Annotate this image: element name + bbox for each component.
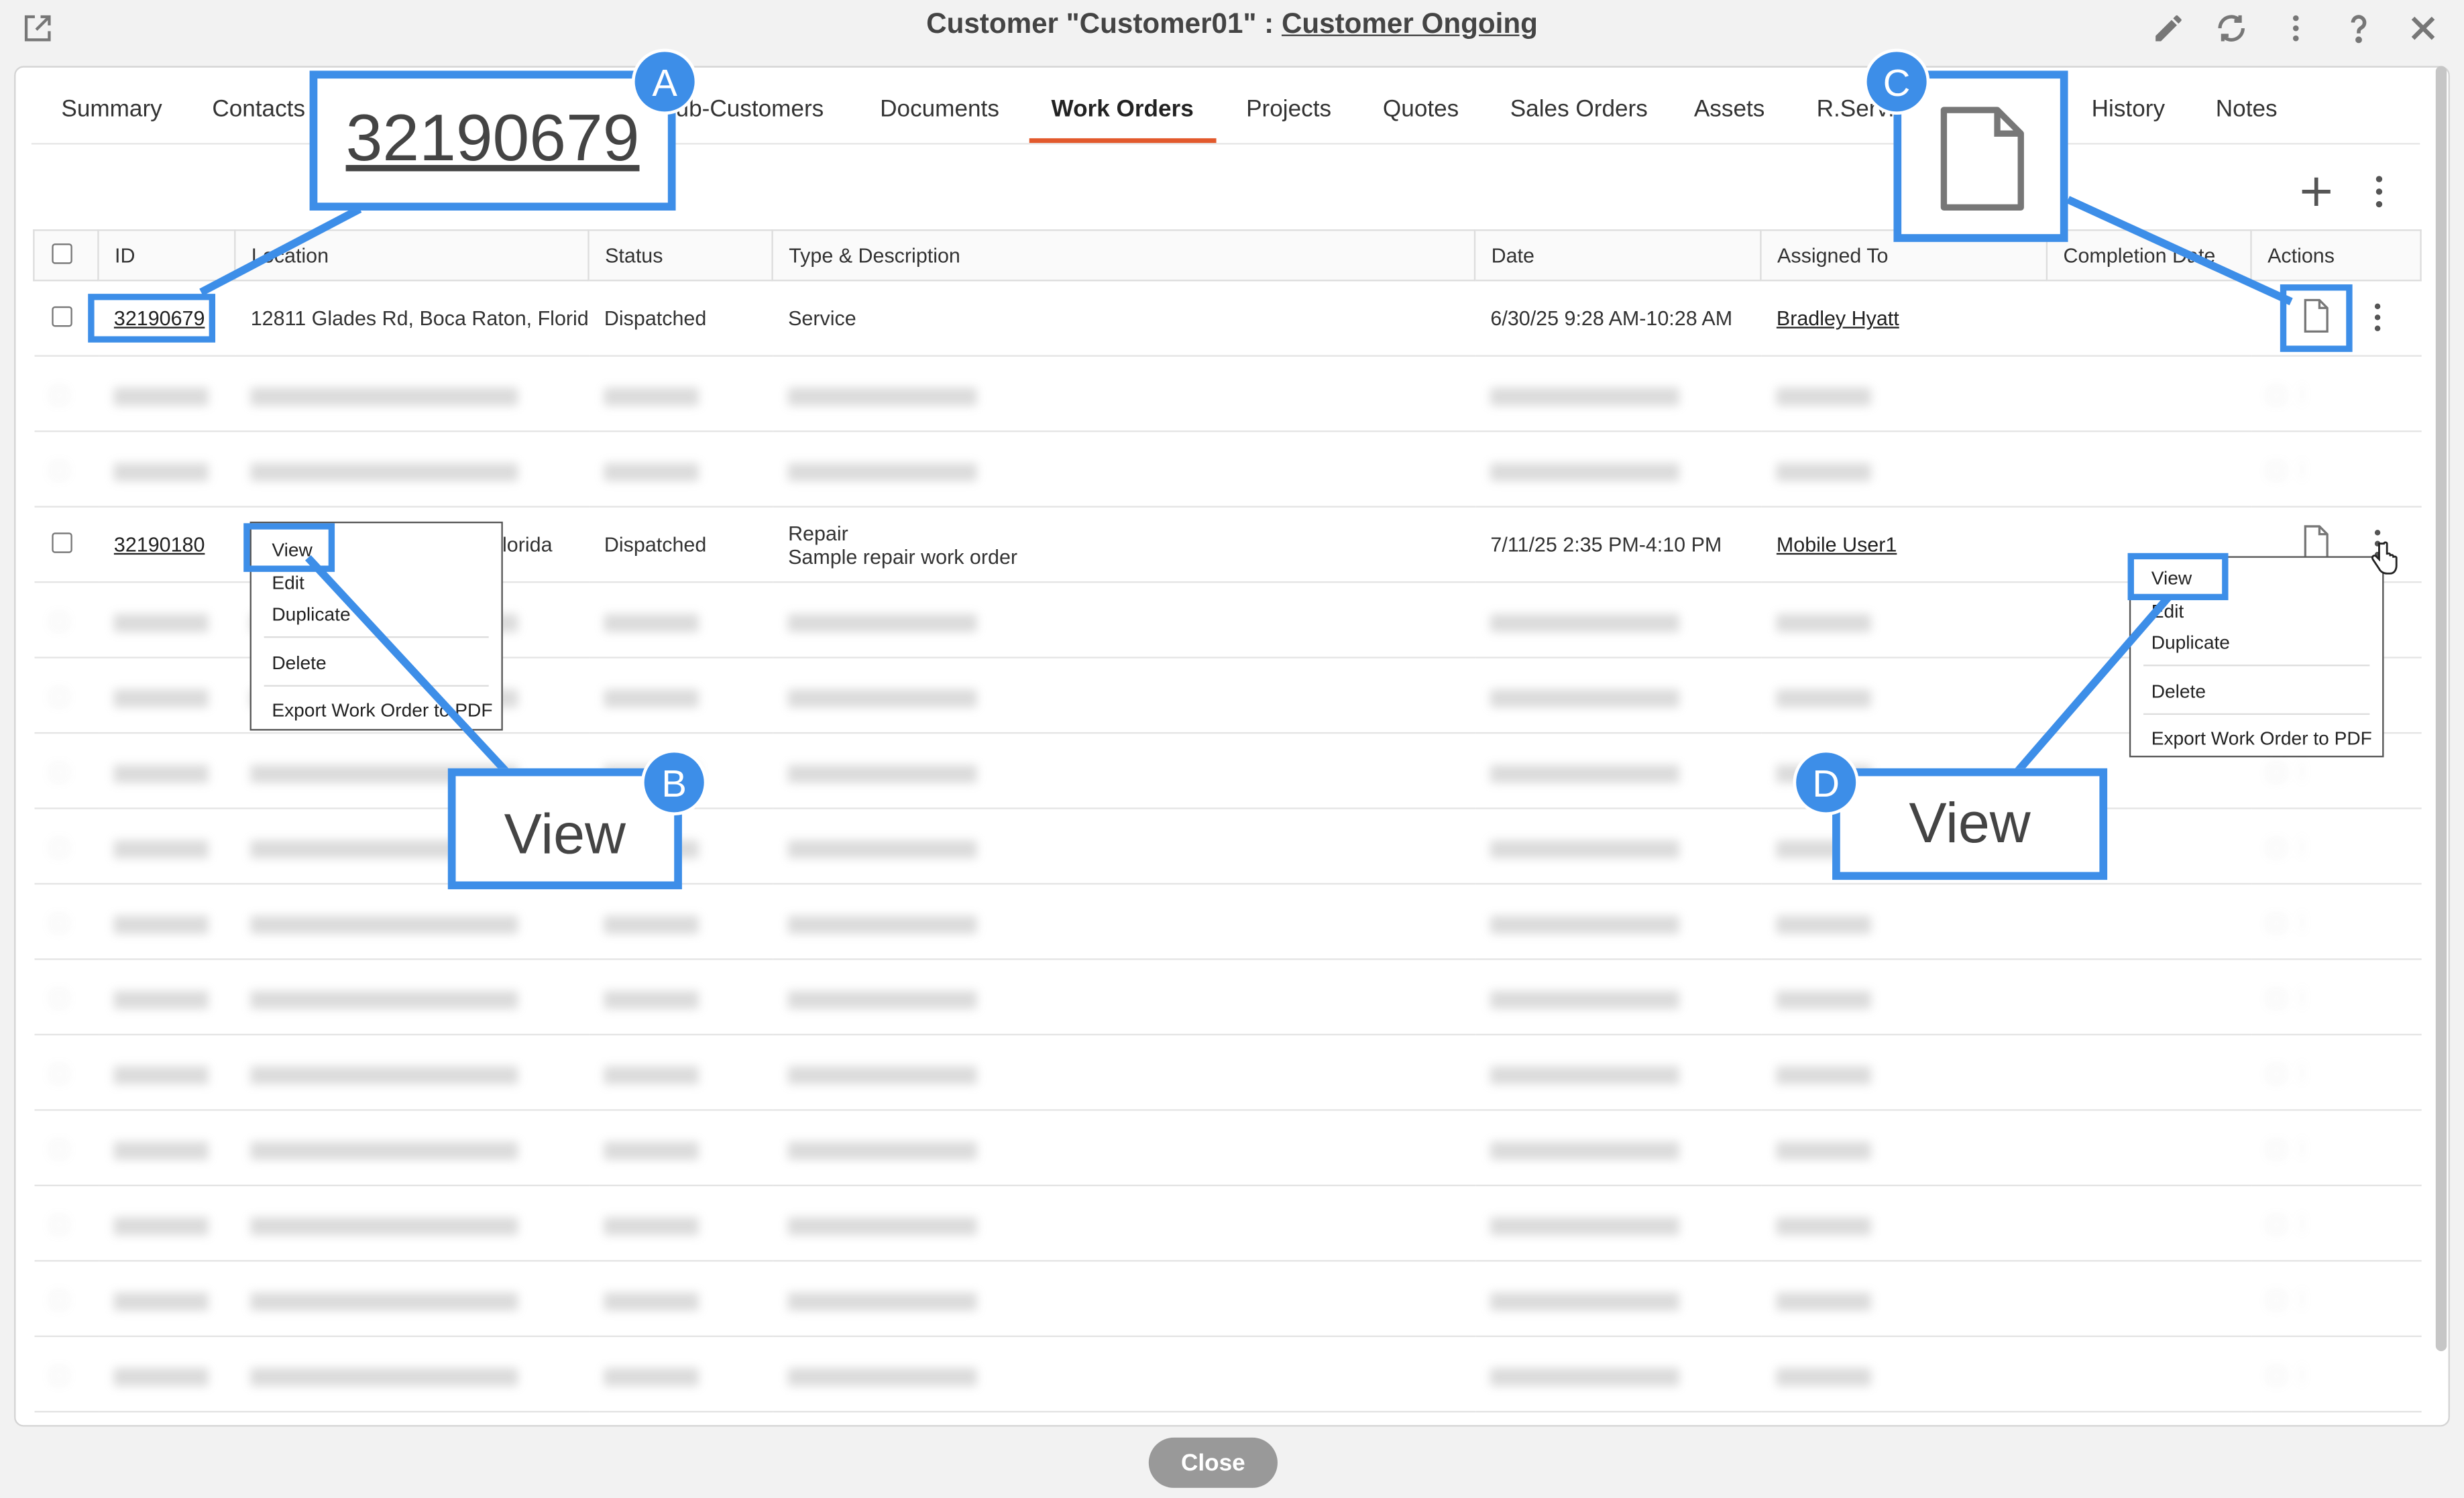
close-button[interactable]: Close (1148, 1437, 1278, 1488)
callout-connectors (199, 196, 2293, 776)
document-icon (1936, 104, 2027, 214)
callout-d-text: View (1909, 790, 2031, 855)
callout-b-text: View (504, 801, 626, 866)
callout-a: 32190679 (309, 70, 676, 211)
callout-a-text: 32190679 (345, 100, 640, 175)
highlight-view-left (243, 523, 335, 572)
callout-d: View (1832, 768, 2108, 880)
highlight-document-icon (2280, 284, 2353, 352)
callout-b-badge: B (640, 749, 708, 816)
callout-a-badge: A (631, 48, 698, 115)
callout-c-badge: C (1863, 48, 1930, 115)
highlight-view-right (2127, 553, 2229, 601)
highlight-id-link (88, 294, 216, 343)
callout-d-badge: D (1793, 749, 1859, 816)
